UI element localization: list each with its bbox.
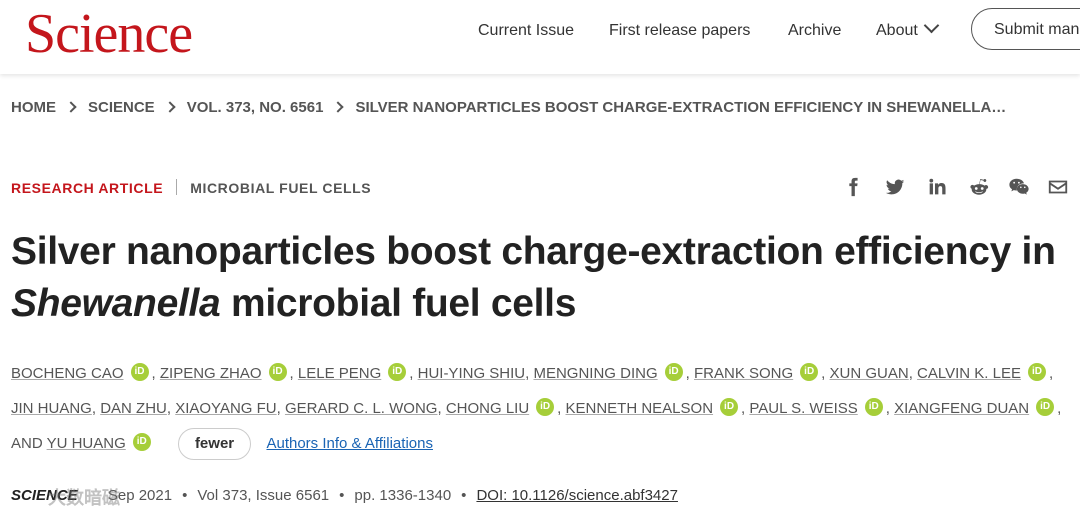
doi-link[interactable]: DOI: 10.1126/science.abf3427	[476, 487, 678, 504]
breadcrumb-home[interactable]: HOME	[11, 99, 56, 116]
title-part-1: Silver nanoparticles boost charge-extrac…	[11, 230, 1056, 273]
orcid-icon[interactable]: iD	[132, 433, 151, 452]
article-title: Silver nanoparticles boost charge-extrac…	[11, 226, 1071, 330]
science-logo[interactable]: Science	[25, 4, 193, 64]
orcid-icon[interactable]: iD	[1036, 398, 1055, 417]
nav-about-label: About	[876, 22, 918, 39]
orcid-icon[interactable]: iD	[1027, 363, 1046, 382]
title-italic: Shewanella	[11, 282, 221, 325]
twitter-icon[interactable]	[884, 176, 906, 200]
author-link[interactable]: YU HUANG	[47, 435, 126, 452]
author-link[interactable]: XIANGFENG DUAN	[894, 400, 1029, 417]
author-link[interactable]: GERARD C. L. WONG	[285, 400, 438, 417]
breadcrumb: HOME SCIENCE VOL. 373, NO. 6561 SILVER NANO…	[11, 99, 1006, 116]
orcid-icon[interactable]: iD	[536, 398, 555, 417]
breadcrumb-science[interactable]: SCIENCE	[88, 99, 155, 116]
orcid-icon[interactable]: iD	[664, 363, 683, 382]
author-link[interactable]: CHONG LIU	[446, 400, 529, 417]
volume-issue[interactable]: Vol 373, Issue 6561	[197, 487, 329, 504]
article-section[interactable]: MICROBIAL FUEL CELLS	[190, 180, 371, 196]
submit-manuscript-button[interactable]: Submit man	[971, 8, 1080, 50]
nav-current-issue[interactable]: Current Issue	[478, 22, 574, 40]
article-kicker: RESEARCH ARTICLE MICROBIAL FUEL CELLS	[11, 179, 371, 197]
author-link[interactable]: FRANK SONG	[694, 365, 793, 382]
author-link[interactable]: LELE PENG	[298, 365, 381, 382]
author-link[interactable]: PAUL S. WEISS	[749, 400, 857, 417]
breadcrumb-current: SILVER NANOPARTICLES BOOST CHARGE-EXTRAC…	[355, 99, 1007, 116]
author-link[interactable]: KENNETH NEALSON	[566, 400, 714, 417]
site-header: Science Current Issue First release pape…	[0, 0, 1080, 74]
orcid-icon[interactable]: iD	[864, 398, 883, 417]
orcid-icon[interactable]: iD	[130, 363, 149, 382]
author-link[interactable]: JIN HUANG	[11, 400, 92, 417]
wechat-icon[interactable]	[1006, 176, 1032, 200]
authors-affiliations-link[interactable]: Authors Info & Affiliations	[266, 435, 433, 452]
orcid-icon[interactable]: iD	[800, 363, 819, 382]
and-word: AND	[11, 435, 43, 452]
nav-first-release[interactable]: First release papers	[609, 22, 750, 40]
fewer-authors-button[interactable]: fewer	[177, 428, 252, 461]
meta-separator: •	[182, 487, 188, 504]
orcid-icon[interactable]: iD	[720, 398, 739, 417]
kicker-divider	[176, 179, 178, 196]
chevron-down-icon	[923, 17, 940, 34]
nav-about[interactable]: About	[876, 17, 940, 40]
author-link[interactable]: DAN ZHU	[100, 400, 167, 417]
orcid-icon[interactable]: iD	[268, 363, 287, 382]
chevron-right-icon	[164, 101, 176, 113]
chevron-right-icon	[65, 101, 77, 113]
meta-separator: •	[339, 487, 345, 504]
author-list: BOCHENG CAO iD, ZIPENG ZHAO iD, LELE PENG i…	[11, 356, 1071, 461]
reddit-icon[interactable]	[968, 176, 990, 200]
author-link[interactable]: HUI-YING SHIU	[418, 365, 526, 382]
title-part-2: microbial fuel cells	[220, 282, 577, 325]
author-link[interactable]: XIAOYANG FU	[175, 400, 276, 417]
author-link[interactable]: XUN GUAN	[830, 365, 909, 382]
breadcrumb-volume[interactable]: VOL. 373, NO. 6561	[187, 99, 324, 116]
article-type: RESEARCH ARTICLE	[11, 180, 164, 196]
facebook-icon[interactable]	[842, 176, 864, 200]
nav-archive[interactable]: Archive	[788, 22, 841, 40]
linkedin-icon[interactable]	[926, 176, 948, 200]
watermark: 大数暗磁	[48, 488, 120, 508]
author-link[interactable]: BOCHENG CAO	[11, 365, 124, 382]
email-icon[interactable]	[1047, 176, 1069, 200]
meta-separator: •	[461, 487, 467, 504]
page-range: pp. 1336-1340	[354, 487, 452, 504]
author-link[interactable]: CALVIN K. LEE	[917, 365, 1021, 382]
author-link[interactable]: MENGNING DING	[533, 365, 657, 382]
chevron-right-icon	[332, 101, 345, 113]
author-link[interactable]: ZIPENG ZHAO	[160, 365, 262, 382]
orcid-icon[interactable]: iD	[388, 363, 407, 382]
